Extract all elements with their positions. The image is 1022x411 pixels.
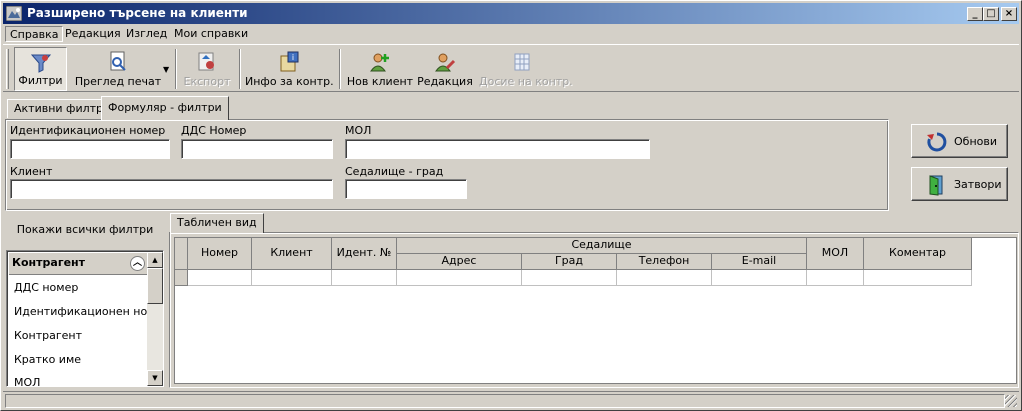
col-mol[interactable]: МОЛ xyxy=(807,238,864,270)
table-cell[interactable] xyxy=(807,270,864,286)
col-city[interactable]: Град xyxy=(522,254,617,270)
col-address[interactable]: Адрес xyxy=(397,254,522,270)
table-cell[interactable] xyxy=(332,270,397,286)
mol-input[interactable] xyxy=(345,139,650,159)
maximize-button[interactable]: □ xyxy=(983,7,999,21)
list-item[interactable]: Идентификационен номер xyxy=(14,305,163,318)
col-phone[interactable]: Телефон xyxy=(617,254,712,270)
menu-edit[interactable]: Редакция xyxy=(61,26,125,42)
toolbar: Филтри Преглед печат ▼ Експорт i Инфо за… xyxy=(3,44,1019,92)
main-window: Разширено търсене на клиенти _ □ × Справ… xyxy=(0,0,1022,411)
toolbar-grip[interactable] xyxy=(6,49,9,89)
contract-info-icon: i xyxy=(280,51,299,72)
status-bar xyxy=(3,391,1019,409)
filter-form-panel: Идентификационен номер ДДС Номер МОЛ Кли… xyxy=(5,119,889,211)
filters-button[interactable]: Филтри xyxy=(14,47,67,91)
scroll-down-icon[interactable]: ▼ xyxy=(147,370,163,386)
list-scrollbar[interactable]: ▲ ▼ xyxy=(147,252,163,386)
add-user-icon xyxy=(370,53,389,72)
vat-number-label: ДДС Номер xyxy=(181,124,247,137)
toolbar-separator xyxy=(175,49,177,89)
col-email[interactable]: E-mail xyxy=(712,254,807,270)
close-button[interactable]: Затвори xyxy=(911,167,1008,201)
filter-field-list: Контрагент ︿ ДДС номер Идентификационен … xyxy=(6,250,164,387)
refresh-button[interactable]: Обнови xyxy=(911,124,1008,158)
tab-table-view[interactable]: Табличен вид xyxy=(170,213,264,233)
table-cell[interactable] xyxy=(617,270,712,286)
export-icon xyxy=(198,52,214,71)
toolbar-separator xyxy=(339,49,341,89)
list-group-header[interactable]: Контрагент ︿ xyxy=(9,253,148,275)
menu-my-reports[interactable]: Мои справки xyxy=(170,26,252,42)
title-bar: Разширено търсене на клиенти _ □ × xyxy=(3,3,1019,24)
scroll-thumb[interactable] xyxy=(147,268,163,304)
results-grid: Номер Клиент Идент. № Седалище Адрес Гра… xyxy=(174,237,1017,384)
new-client-button[interactable]: Нов клиент xyxy=(346,47,414,91)
id-number-input[interactable] xyxy=(10,139,170,159)
list-item[interactable]: ДДС номер xyxy=(14,281,78,294)
print-preview-button[interactable]: Преглед печат xyxy=(73,47,163,91)
print-preview-dropdown-icon[interactable]: ▼ xyxy=(163,65,169,74)
row-selector[interactable] xyxy=(175,270,188,286)
table-cell[interactable] xyxy=(712,270,807,286)
scroll-up-icon[interactable]: ▲ xyxy=(147,252,163,268)
col-comment[interactable]: Коментар xyxy=(864,238,972,270)
resize-grip[interactable] xyxy=(1005,395,1017,407)
collapse-icon[interactable]: ︿ xyxy=(130,256,145,271)
refresh-icon xyxy=(927,132,947,152)
menu-view[interactable]: Изглед xyxy=(122,26,171,42)
print-preview-icon xyxy=(110,51,126,71)
toolbar-separator xyxy=(239,49,241,89)
list-item[interactable]: Кратко име xyxy=(14,353,81,366)
menu-bar: Справка Редакция Изглед Мои справки xyxy=(3,25,1019,43)
hq-city-input[interactable] xyxy=(345,179,467,199)
contract-info-button[interactable]: i Инфо за контр. xyxy=(245,47,334,91)
filter-funnel-icon xyxy=(30,54,51,73)
vat-number-input[interactable] xyxy=(181,139,333,159)
exit-door-icon xyxy=(929,175,943,196)
table-cell[interactable] xyxy=(522,270,617,286)
edit-client-button[interactable]: Редакция xyxy=(416,47,474,91)
table-cell[interactable] xyxy=(252,270,332,286)
window-title: Разширено търсене на клиенти xyxy=(27,6,248,20)
table-cell[interactable] xyxy=(864,270,972,286)
dossier-grid-icon xyxy=(514,53,530,71)
close-window-button[interactable]: × xyxy=(1001,7,1017,21)
row-selector-header xyxy=(175,238,188,270)
export-button[interactable]: Експорт xyxy=(181,47,233,91)
show-all-filters-button[interactable]: Покажи всички филтри xyxy=(5,215,165,247)
col-ident[interactable]: Идент. № xyxy=(332,238,397,270)
list-item[interactable]: МОЛ xyxy=(14,376,40,386)
table-cell[interactable] xyxy=(188,270,252,286)
tab-form-filters[interactable]: Формуляр - филтри xyxy=(101,96,229,120)
id-number-label: Идентификационен номер xyxy=(10,124,166,137)
menu-report[interactable]: Справка xyxy=(5,26,64,42)
col-number[interactable]: Номер xyxy=(188,238,252,270)
col-group-hq: Седалище xyxy=(397,238,807,254)
hq-city-label: Седалище - град xyxy=(345,165,444,178)
status-pane xyxy=(5,394,1005,408)
svg-text:i: i xyxy=(292,53,294,62)
list-item[interactable]: Контрагент xyxy=(14,329,82,342)
app-icon xyxy=(5,5,23,22)
mol-label: МОЛ xyxy=(345,124,372,137)
table-cell[interactable] xyxy=(397,270,522,286)
col-client[interactable]: Клиент xyxy=(252,238,332,270)
minimize-button[interactable]: _ xyxy=(967,7,983,21)
contract-dossier-button[interactable]: Досие на контр. xyxy=(479,47,573,91)
edit-user-icon xyxy=(435,53,456,72)
client-label: Клиент xyxy=(10,165,53,178)
group-title: Контрагент xyxy=(12,256,86,269)
client-input[interactable] xyxy=(10,179,333,199)
